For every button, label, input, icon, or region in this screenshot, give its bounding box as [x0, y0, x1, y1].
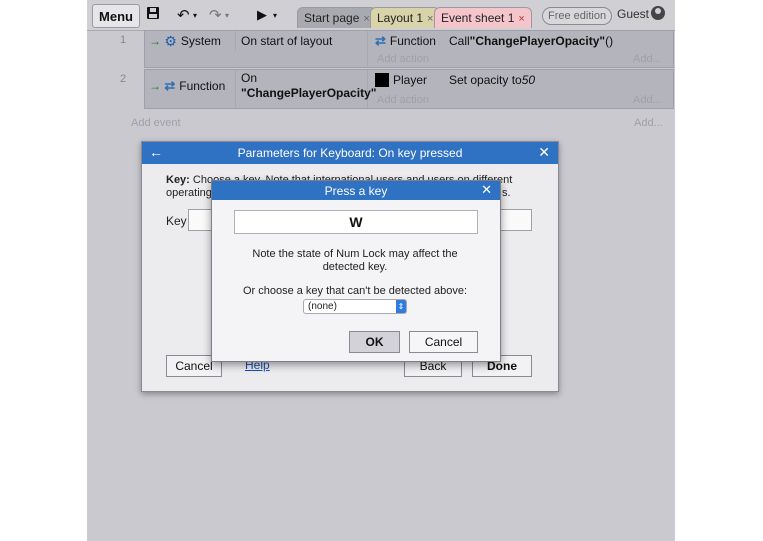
undo-dropdown-icon[interactable]: ▾ [193, 11, 197, 20]
action-text[interactable]: Call "ChangePlayerOpacity" () [449, 33, 613, 49]
close-icon[interactable]: ✕ [481, 182, 492, 198]
free-edition-badge[interactable]: Free edition [542, 7, 613, 25]
tab-start-page[interactable]: Start page × [297, 7, 377, 28]
add-event-more[interactable]: Add... [634, 117, 663, 129]
undo-icon[interactable]: ↶ [177, 6, 190, 24]
save-icon[interactable] [146, 6, 160, 24]
tab-layout-1[interactable]: Layout 1 × [370, 7, 441, 28]
tab-close-icon[interactable]: × [363, 13, 369, 25]
cancel-button[interactable]: Cancel [409, 331, 478, 353]
redo-dropdown-icon[interactable]: ▾ [225, 11, 229, 20]
condition-text-line2[interactable]: "ChangePlayerOpacity" [241, 86, 376, 100]
redo-icon[interactable]: ↷ [209, 6, 222, 24]
event-row[interactable]: → ⚙ System On start of layout ⇄ Function C… [144, 30, 674, 68]
object-name: Player [393, 73, 428, 87]
num-lock-note: Note the state of Num Lock may affect th… [252, 248, 458, 273]
key-select-value: (none) [308, 301, 337, 312]
function-icon: ⇄ [375, 33, 386, 48]
opacity-value: 50 [521, 73, 536, 87]
add-action-link[interactable]: Add action [377, 94, 429, 106]
parameters-dialog-header: ← Parameters for Keyboard: On key presse… [142, 142, 558, 164]
object-name: Function [179, 79, 226, 93]
gear-icon: ⚙ [164, 32, 177, 49]
press-key-dialog-header: Press a key ✕ [212, 181, 500, 200]
parameter-help-tail: s. [502, 187, 511, 199]
press-key-dialog: Press a key ✕ W Note the state of Num Lo… [211, 180, 501, 362]
add-event-link[interactable]: Add event [131, 117, 181, 129]
key-label: Key [166, 214, 187, 228]
tab-close-icon[interactable]: × [427, 13, 433, 25]
user-icon[interactable] [651, 6, 665, 20]
add-action-more[interactable]: Add... [633, 53, 662, 65]
key-select[interactable]: (none) ⇕ [303, 299, 407, 314]
close-icon[interactable]: ✕ [538, 144, 550, 161]
detected-key-field[interactable]: W [234, 210, 478, 234]
choose-key-label: Or choose a key that can't be detected a… [242, 285, 468, 297]
parameters-dialog-title: Parameters for Keyboard: On key pressed [237, 146, 463, 160]
arrow-right-icon: → [149, 79, 161, 93]
tab-label: Start page [304, 11, 360, 25]
action-suffix: () [605, 34, 614, 48]
condition-text-line1[interactable]: On [241, 71, 257, 85]
toolbar: Menu ↶ ▾ ↷ ▾ ▶ ▾ Start page × Layout 1 × E… [87, 0, 675, 31]
add-action-link[interactable]: Add action [377, 53, 429, 65]
function-icon: ⇄ [164, 78, 176, 93]
tab-label: Event sheet 1 [441, 11, 515, 25]
press-key-dialog-title: Press a key [324, 183, 388, 198]
player-sprite-icon [375, 73, 389, 87]
ok-button[interactable]: OK [349, 331, 400, 353]
action-prefix: Set opacity to [449, 73, 522, 87]
play-dropdown-icon[interactable]: ▾ [273, 11, 277, 20]
tab-event-sheet-1[interactable]: Event sheet 1 × [434, 7, 532, 28]
back-arrow-icon[interactable]: ← [149, 144, 163, 160]
tab-close-icon[interactable]: × [518, 13, 524, 25]
action-text[interactable]: Set opacity to 50 [449, 72, 535, 88]
action-object[interactable]: Player [375, 72, 427, 88]
tab-label: Layout 1 [377, 11, 424, 25]
parameter-name: Key: [166, 174, 190, 186]
arrow-right-icon: → [149, 34, 161, 48]
menu-button[interactable]: Menu [92, 4, 140, 28]
object-name: System [180, 34, 221, 48]
guest-label[interactable]: Guest [617, 7, 649, 21]
function-name: "ChangePlayerOpacity" [469, 34, 606, 48]
action-object[interactable]: ⇄ Function [375, 33, 436, 49]
condition-object[interactable]: → ⇄ Function [149, 78, 225, 94]
event-row[interactable]: → ⇄ Function On "ChangePlayerOpacity" Pla… [144, 69, 674, 109]
condition-text[interactable]: On start of layout [241, 33, 332, 49]
condition-object[interactable]: → ⚙ System [149, 33, 221, 49]
event-sheet-app: Menu ↶ ▾ ↷ ▾ ▶ ▾ Start page × Layout 1 × E… [87, 0, 675, 541]
action-prefix: Call [449, 34, 470, 48]
event-number: 2 [120, 73, 127, 85]
play-icon[interactable]: ▶ [257, 7, 267, 23]
object-name: Function [389, 34, 436, 48]
add-action-more[interactable]: Add... [633, 94, 662, 106]
select-stepper-icon: ⇕ [396, 300, 406, 313]
event-number: 1 [120, 34, 127, 46]
